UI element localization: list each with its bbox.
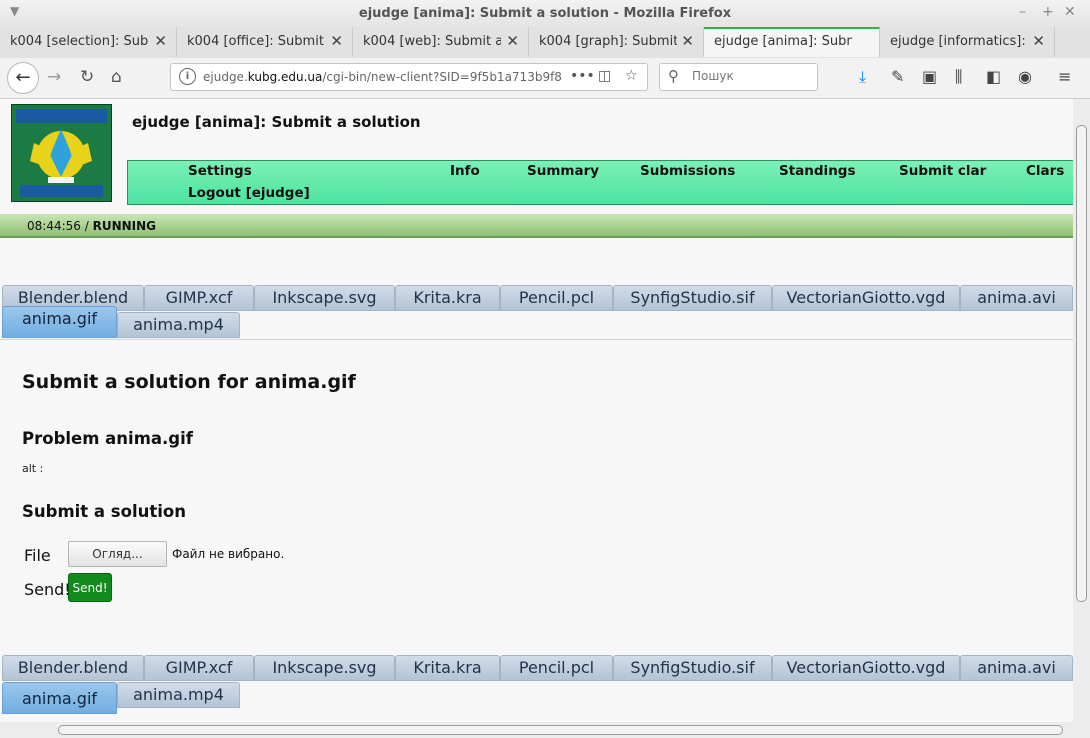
close-tab-icon[interactable]: ✕ bbox=[681, 32, 694, 50]
file-status-text: Файл не вибрано. bbox=[172, 547, 285, 561]
page-actions-icon[interactable]: ••• bbox=[570, 68, 595, 84]
server-time: 08:44:56 bbox=[27, 219, 81, 233]
horizontal-scroll-thumb[interactable] bbox=[58, 725, 1063, 735]
browser-tab[interactable]: ejudge [informatics]: Menu ✕ bbox=[880, 27, 1055, 57]
browser-tab-label: k004 [selection]: Submit a solution bbox=[10, 34, 148, 49]
problem-tab[interactable]: Blender.blend bbox=[2, 655, 144, 681]
status-text: 08:44:56 / RUNNING bbox=[27, 219, 156, 233]
browser-tab[interactable]: k004 [selection]: Submit a solution ✕ bbox=[0, 27, 177, 57]
browser-tab-active[interactable]: ejudge [anima]: Submit a solution bbox=[704, 27, 880, 57]
library-icon[interactable]: ⫼ bbox=[955, 67, 962, 87]
submit-heading: Submit a solution for anima.gif bbox=[22, 371, 356, 393]
send-button[interactable]: Send! bbox=[68, 573, 112, 602]
browser-tab-label: ejudge [anima]: Submit a solution bbox=[714, 34, 852, 49]
tab-divider bbox=[0, 339, 1073, 340]
browser-tab[interactable]: k004 [graph]: Submit a solution ✕ bbox=[529, 27, 704, 57]
bookmark-star-icon[interactable]: ☆ bbox=[625, 68, 638, 84]
page-title: ejudge [anima]: Submit a solution bbox=[132, 113, 421, 131]
extension-icon[interactable]: ▣ bbox=[922, 67, 937, 86]
page-viewport: ejudge [anima]: Submit a solution Settin… bbox=[0, 99, 1073, 722]
vertical-scrollbar[interactable] bbox=[1073, 99, 1090, 722]
menu-settings[interactable]: Settings bbox=[188, 163, 252, 179]
problem-tab[interactable]: anima.avi bbox=[960, 285, 1073, 311]
problem-tab[interactable]: SynfigStudio.sif bbox=[613, 655, 772, 681]
menu-standings[interactable]: Standings bbox=[779, 163, 856, 179]
back-arrow-icon: ← bbox=[15, 67, 31, 88]
send-label: Send! bbox=[24, 580, 71, 599]
browser-tab-label: k004 [web]: Submit a solution bbox=[363, 34, 501, 49]
search-icon: ⚲ bbox=[668, 67, 679, 85]
search-box[interactable]: ⚲ bbox=[659, 63, 818, 91]
contest-state: RUNNING bbox=[92, 219, 157, 233]
problem-tab[interactable]: anima.mp4 bbox=[117, 312, 240, 338]
close-tab-icon[interactable]: ✕ bbox=[154, 32, 167, 50]
problem-alt-text: alt : bbox=[22, 462, 44, 475]
problem-tab[interactable]: SynfigStudio.sif bbox=[613, 285, 772, 311]
navigation-toolbar: ← → ↻ ⌂ i ejudge.kubg.edu.ua/cgi-bin/new… bbox=[0, 58, 1090, 99]
close-tab-icon[interactable]: ✕ bbox=[330, 32, 343, 50]
problem-tab[interactable]: Krita.kra bbox=[395, 655, 500, 681]
reload-icon[interactable]: ↻ bbox=[80, 67, 94, 87]
browser-tab[interactable]: k004 [web]: Submit a solution ✕ bbox=[353, 27, 529, 57]
problem-tab-selected[interactable]: anima.gif bbox=[2, 306, 117, 338]
window-titlebar: ▼ ejudge [anima]: Submit a solution - Mo… bbox=[0, 0, 1090, 28]
menu-info[interactable]: Info bbox=[450, 163, 480, 179]
problem-tab[interactable]: Inkscape.svg bbox=[254, 655, 395, 681]
url-prefix: ejudge. bbox=[203, 70, 248, 84]
submit-section-heading: Submit a solution bbox=[22, 502, 186, 521]
problem-tab[interactable]: Pencil.pcl bbox=[500, 655, 613, 681]
menu-submissions[interactable]: Submissions bbox=[640, 163, 735, 179]
close-tab-icon[interactable]: ✕ bbox=[506, 32, 519, 50]
problem-tab[interactable]: anima.avi bbox=[960, 655, 1073, 681]
menu-summary[interactable]: Summary bbox=[527, 163, 599, 179]
problem-tab[interactable]: Inkscape.svg bbox=[254, 285, 395, 311]
problem-tab[interactable]: GIMP.xcf bbox=[144, 285, 254, 311]
sidebar-icon[interactable]: ◧ bbox=[986, 67, 1001, 86]
university-logo bbox=[11, 104, 112, 202]
download-icon[interactable]: ⤓ bbox=[859, 67, 866, 87]
browser-tab-strip: k004 [selection]: Submit a solution ✕ k0… bbox=[0, 27, 1090, 80]
problem-tab-selected[interactable]: anima.gif bbox=[2, 682, 117, 714]
problem-tab[interactable]: VectorianGiotto.vgd bbox=[772, 655, 960, 681]
menu-clars[interactable]: Clars bbox=[1026, 163, 1064, 179]
menu-logout[interactable]: Logout [ejudge] bbox=[188, 185, 310, 201]
problem-tab[interactable]: Pencil.pcl bbox=[500, 285, 613, 311]
close-window-icon[interactable]: ✕ bbox=[1064, 4, 1076, 20]
problem-tab[interactable]: VectorianGiotto.vgd bbox=[772, 285, 960, 311]
close-tab-icon[interactable]: ✕ bbox=[1032, 32, 1045, 50]
browser-tab[interactable]: k004 [office]: Submit a solution ✕ bbox=[177, 27, 353, 57]
maximize-icon[interactable]: + bbox=[1042, 4, 1054, 20]
horizontal-scrollbar[interactable] bbox=[0, 722, 1090, 738]
url-bar[interactable]: i ejudge.kubg.edu.ua/cgi-bin/new-client?… bbox=[170, 63, 648, 91]
pocket-icon[interactable]: ◫ bbox=[598, 68, 611, 84]
browse-file-button[interactable]: Огляд... bbox=[68, 541, 167, 567]
problem-tab[interactable]: GIMP.xcf bbox=[144, 655, 254, 681]
minimize-icon[interactable]: – bbox=[1019, 4, 1026, 20]
browser-tab-label: k004 [office]: Submit a solution bbox=[187, 34, 325, 49]
file-label: File bbox=[24, 546, 51, 565]
status-separator: / bbox=[80, 219, 93, 233]
home-icon[interactable]: ⌂ bbox=[111, 67, 122, 87]
window-title: ejudge [anima]: Submit a solution - Mozi… bbox=[358, 6, 732, 21]
url-domain: kubg.edu.ua bbox=[247, 70, 323, 84]
forward-icon[interactable]: → bbox=[47, 67, 61, 87]
problem-tab[interactable]: anima.mp4 bbox=[117, 682, 240, 708]
browser-tab-label: k004 [graph]: Submit a solution bbox=[539, 34, 677, 49]
url-text[interactable]: ejudge.kubg.edu.ua/cgi-bin/new-client?SI… bbox=[203, 70, 563, 84]
contest-status-bar: 08:44:56 / RUNNING bbox=[0, 214, 1073, 238]
problem-heading: Problem anima.gif bbox=[22, 429, 193, 448]
url-path: /cgi-bin/new-client?SID=9f5b1a713b9f8 bbox=[322, 70, 562, 84]
account-icon[interactable]: ◉ bbox=[1018, 67, 1032, 86]
wrench-icon[interactable]: ✎ bbox=[891, 67, 904, 86]
vertical-scroll-thumb[interactable] bbox=[1076, 125, 1087, 602]
problem-tab[interactable]: Krita.kra bbox=[395, 285, 500, 311]
search-input[interactable] bbox=[690, 68, 814, 84]
hamburger-menu-icon[interactable]: ≡ bbox=[1058, 67, 1071, 86]
back-button[interactable]: ← bbox=[7, 62, 39, 94]
menu-submit-clar[interactable]: Submit clar bbox=[899, 163, 986, 179]
site-info-icon[interactable]: i bbox=[179, 68, 196, 85]
browser-tab-label: ejudge [informatics]: Menu bbox=[890, 34, 1028, 49]
main-menu: Settings Info Summary Submissions Standi… bbox=[127, 160, 1073, 205]
logo-emblem-icon bbox=[12, 105, 111, 201]
